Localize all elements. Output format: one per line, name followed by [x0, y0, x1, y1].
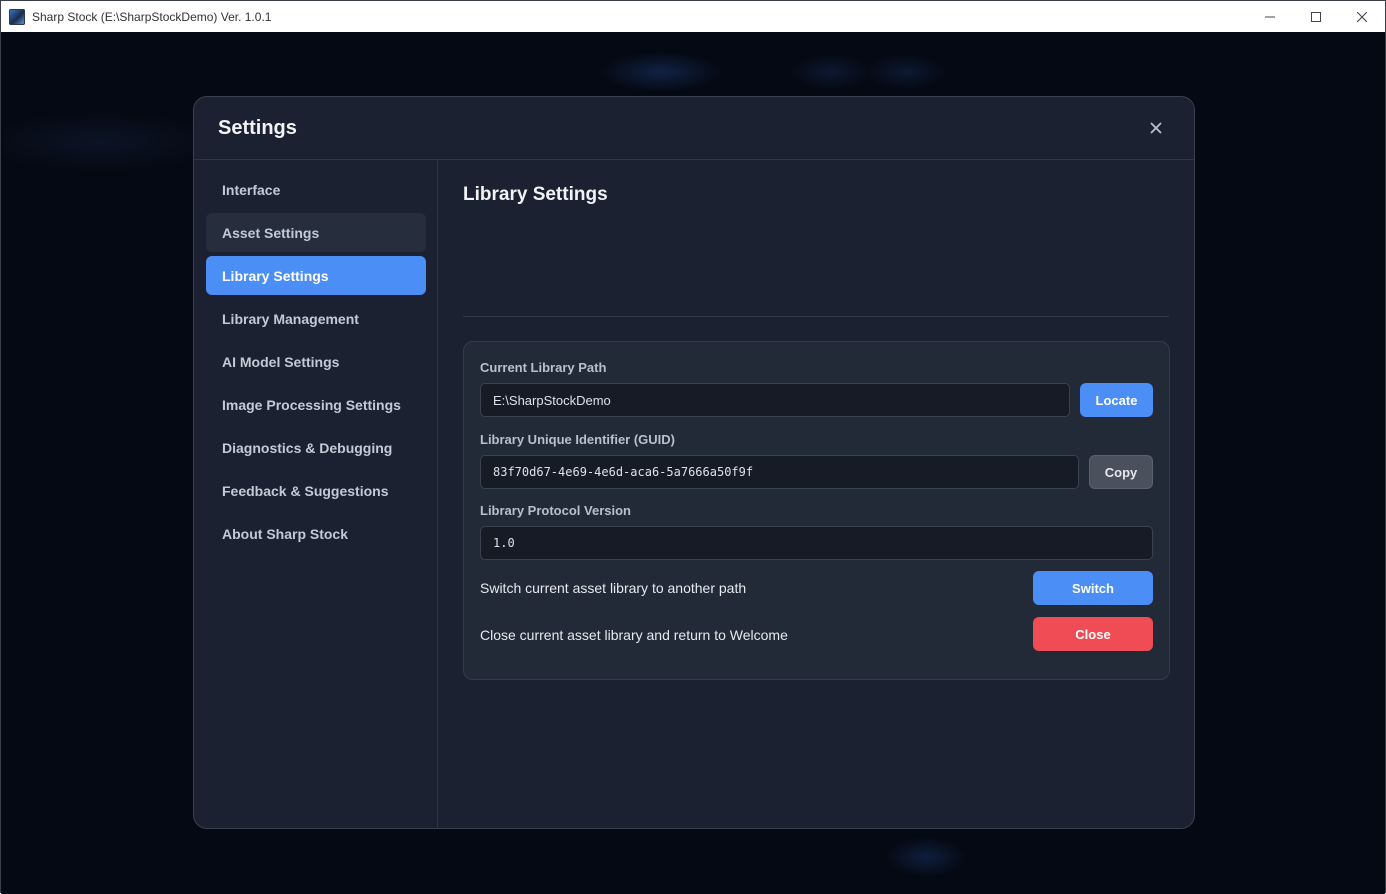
app-logo-icon	[9, 8, 25, 25]
sidebar-item-library-management[interactable]: Library Management	[206, 299, 426, 338]
settings-content: Library Settings Current Library Path E:…	[438, 160, 1194, 828]
close-library-text: Close current asset library and return t…	[480, 627, 788, 643]
sidebar-item-library-settings[interactable]: Library Settings	[206, 256, 426, 295]
dialog-close-button[interactable]	[1142, 116, 1170, 140]
minimize-icon	[1265, 16, 1275, 17]
title-bar: Sharp Stock (E:\SharpStockDemo) Ver. 1.0…	[1, 1, 1385, 32]
protocol-version-label: Library Protocol Version	[480, 503, 631, 518]
dialog-title: Settings	[218, 117, 297, 139]
settings-dialog: Settings Interface Asset Settings Librar…	[193, 96, 1195, 829]
close-library-button[interactable]: Close	[1033, 617, 1153, 651]
sidebar-item-ai-model-settings[interactable]: AI Model Settings	[206, 342, 426, 381]
library-path-label: Current Library Path	[480, 360, 607, 375]
sidebar-item-diagnostics[interactable]: Diagnostics & Debugging	[206, 428, 426, 467]
sidebar-item-asset-settings[interactable]: Asset Settings	[206, 213, 426, 252]
copy-guid-button[interactable]: Copy	[1089, 455, 1153, 489]
app-window: Sharp Stock (E:\SharpStockDemo) Ver. 1.0…	[0, 0, 1386, 894]
guid-label: Library Unique Identifier (GUID)	[480, 432, 676, 447]
guid-field[interactable]: 83f70d67-4e69-4e6d-aca6-5a7666a50f9f	[480, 455, 1079, 489]
window-title: Sharp Stock (E:\SharpStockDemo) Ver. 1.0…	[32, 9, 272, 24]
close-icon	[1357, 11, 1367, 22]
sidebar-item-about[interactable]: About Sharp Stock	[206, 514, 426, 553]
settings-sidebar: Interface Asset Settings Library Setting…	[194, 160, 438, 828]
close-icon	[1150, 122, 1162, 134]
sidebar-item-feedback[interactable]: Feedback & Suggestions	[206, 471, 426, 510]
locate-button[interactable]: Locate	[1080, 383, 1153, 417]
dialog-header: Settings	[194, 97, 1194, 160]
sidebar-item-interface[interactable]: Interface	[206, 170, 426, 209]
section-title: Library Settings	[463, 184, 608, 205]
protocol-version-field[interactable]: 1.0	[480, 526, 1153, 560]
minimize-button[interactable]	[1247, 1, 1293, 32]
library-path-field[interactable]: E:\SharpStockDemo	[480, 383, 1070, 417]
section-divider	[463, 316, 1169, 317]
library-settings-card: Current Library Path E:\SharpStockDemo L…	[463, 341, 1170, 680]
maximize-icon	[1311, 11, 1321, 22]
maximize-button[interactable]	[1293, 1, 1339, 32]
switch-library-button[interactable]: Switch	[1033, 571, 1153, 605]
sidebar-item-image-processing[interactable]: Image Processing Settings	[206, 385, 426, 424]
window-controls	[1247, 1, 1385, 32]
switch-library-text: Switch current asset library to another …	[480, 580, 747, 596]
window-close-button[interactable]	[1339, 1, 1385, 32]
